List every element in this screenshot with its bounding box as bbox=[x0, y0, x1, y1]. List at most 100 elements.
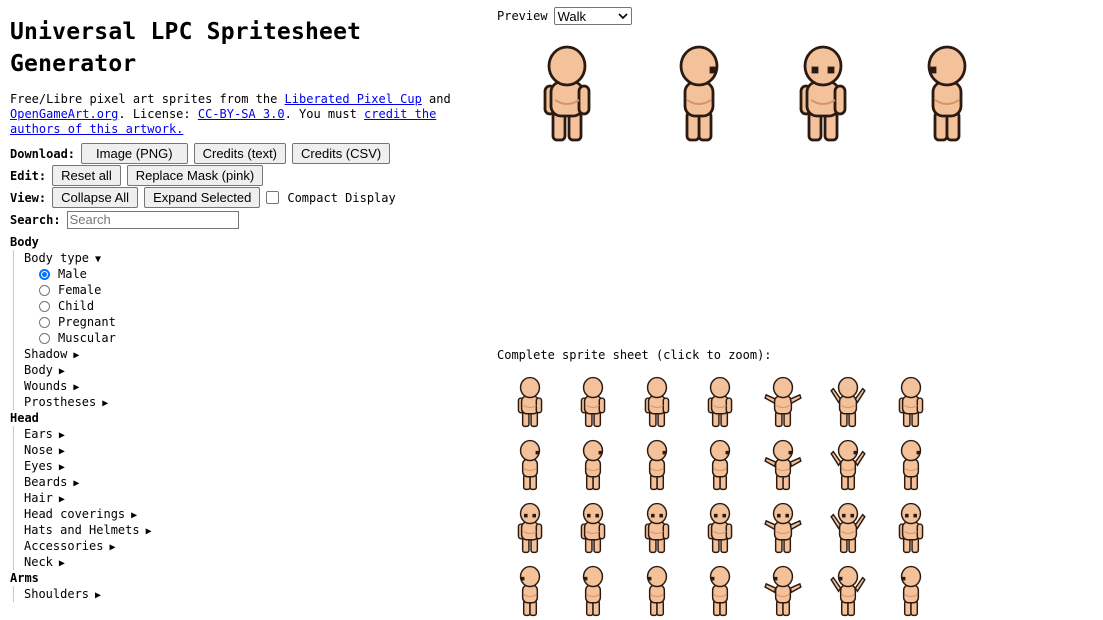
category-head[interactable]: Head bbox=[10, 410, 480, 426]
tree-item-body-type[interactable]: Body type ▼ bbox=[24, 250, 480, 266]
radio-button[interactable] bbox=[39, 268, 50, 280]
body-type-option-label: Child bbox=[58, 299, 95, 313]
sheet-sprite bbox=[517, 502, 543, 554]
tree-item-label: Prostheses bbox=[24, 395, 97, 409]
tree-item-label: Shadow bbox=[24, 347, 68, 361]
tree-item-body[interactable]: Body ▶ bbox=[24, 362, 480, 378]
download-png-button[interactable]: Image (PNG) bbox=[81, 143, 188, 164]
preview-sprite-up bbox=[543, 45, 591, 142]
tree-item-prostheses[interactable]: Prostheses ▶ bbox=[24, 394, 480, 410]
edit-row: Edit: Reset all Replace Mask (pink) bbox=[10, 165, 480, 186]
sheet-sprite bbox=[707, 376, 733, 428]
tree-item-nose[interactable]: Nose ▶ bbox=[24, 442, 480, 458]
category-tree: Body Body type ▼ Male Female Child Pregnant M… bbox=[10, 234, 480, 602]
credits-text-button[interactable]: Credits (text) bbox=[193, 143, 287, 164]
chevron-right-icon: ▶ bbox=[58, 462, 65, 473]
collapse-all-button[interactable]: Collapse All bbox=[52, 187, 139, 208]
preview-sprite-down bbox=[799, 45, 847, 142]
sheet-sprite bbox=[900, 439, 922, 491]
sheet-sprite bbox=[830, 565, 866, 617]
chevron-right-icon: ▶ bbox=[58, 494, 65, 505]
chevron-right-icon: ▶ bbox=[102, 398, 109, 409]
lpc-link[interactable]: Liberated Pixel Cup bbox=[285, 92, 422, 106]
head-group: Ears ▶ Nose ▶ Eyes ▶ Beards ▶ Hair ▶ Head covering… bbox=[13, 426, 480, 570]
intro-text: Free/Libre pixel art sprites from the Li… bbox=[10, 92, 470, 137]
preview-panel: Preview Walk Complete sprite sheet (clic… bbox=[497, 0, 1097, 617]
body-type-option-pregnant[interactable]: Pregnant bbox=[39, 314, 480, 330]
sheet-sprite bbox=[646, 565, 668, 617]
tree-item-accessories[interactable]: Accessories ▶ bbox=[24, 538, 480, 554]
expand-selected-button[interactable]: Expand Selected bbox=[144, 187, 261, 208]
body-type-label: Body type bbox=[24, 251, 90, 265]
view-row: View: Collapse All Expand Selected Compa… bbox=[10, 187, 480, 208]
sheet-sprite bbox=[898, 502, 924, 554]
sheet-sprite bbox=[707, 502, 733, 554]
sheet-sprite bbox=[580, 502, 606, 554]
chevron-right-icon: ▶ bbox=[58, 446, 65, 457]
opengameart-link[interactable]: OpenGameArt.org bbox=[10, 107, 118, 121]
tree-item-label: Hair bbox=[24, 491, 53, 505]
sheet-sprite bbox=[519, 565, 541, 617]
tree-item-label: Beards bbox=[24, 475, 68, 489]
sheet-sprite bbox=[709, 439, 731, 491]
tree-item-ears[interactable]: Ears ▶ bbox=[24, 426, 480, 442]
sheet-sprite bbox=[830, 376, 866, 428]
tree-item-shoulders[interactable]: Shoulders ▶ bbox=[24, 586, 480, 602]
intro-text-4: . You must bbox=[284, 107, 365, 121]
search-label: Search: bbox=[10, 212, 61, 227]
category-arms[interactable]: Arms bbox=[10, 570, 480, 586]
tree-item-eyes[interactable]: Eyes ▶ bbox=[24, 458, 480, 474]
edit-label: Edit: bbox=[10, 168, 47, 183]
reset-all-button[interactable]: Reset all bbox=[52, 165, 121, 186]
tree-item-beards[interactable]: Beards ▶ bbox=[24, 474, 480, 490]
sheet-sprite bbox=[830, 502, 866, 554]
tree-item-head-coverings[interactable]: Head coverings ▶ bbox=[24, 506, 480, 522]
tree-item-label: Eyes bbox=[24, 459, 53, 473]
tree-item-hats-and-helmets[interactable]: Hats and Helmets ▶ bbox=[24, 522, 480, 538]
body-items: Shadow ▶ Body ▶ Wounds ▶ Prostheses ▶ bbox=[24, 346, 480, 410]
chevron-right-icon: ▶ bbox=[131, 510, 138, 521]
intro-text-3: . License: bbox=[118, 107, 198, 121]
tree-item-label: Nose bbox=[24, 443, 53, 457]
search-row: Search: Search bbox=[10, 209, 480, 230]
radio-button[interactable] bbox=[39, 284, 50, 296]
compact-display-label: Compact Display bbox=[287, 190, 396, 205]
body-type-option-child[interactable]: Child bbox=[39, 298, 480, 314]
tree-item-label: Head coverings bbox=[24, 507, 126, 521]
body-type-option-label: Female bbox=[58, 283, 102, 297]
animation-select[interactable]: Walk bbox=[553, 7, 632, 25]
search-input[interactable]: Search bbox=[66, 210, 239, 229]
chevron-right-icon: ▶ bbox=[73, 350, 80, 361]
tree-item-neck[interactable]: Neck ▶ bbox=[24, 554, 480, 570]
preview-sprite-left bbox=[679, 45, 719, 142]
intro-text-2: and bbox=[421, 92, 451, 106]
tree-item-label: Wounds bbox=[24, 379, 68, 393]
replace-mask-button[interactable]: Replace Mask (pink) bbox=[126, 165, 264, 186]
preview-label: Preview bbox=[497, 9, 548, 23]
body-type-option-muscular[interactable]: Muscular bbox=[39, 330, 480, 346]
download-row: Download: Image (PNG) Credits (text) Cre… bbox=[10, 143, 480, 164]
preview-sprite-right bbox=[927, 45, 967, 142]
radio-button[interactable] bbox=[39, 316, 50, 328]
chevron-down-icon: ▼ bbox=[95, 254, 102, 265]
body-type-option-male[interactable]: Male bbox=[39, 266, 480, 282]
category-body[interactable]: Body bbox=[10, 234, 480, 250]
radio-button[interactable] bbox=[39, 332, 50, 344]
sheet-sprite bbox=[764, 439, 802, 491]
credits-csv-button[interactable]: Credits (CSV) bbox=[292, 143, 391, 164]
license-link[interactable]: CC-BY-SA 3.0 bbox=[198, 107, 285, 121]
sheet-sprite bbox=[830, 439, 866, 491]
tree-item-label: Neck bbox=[24, 555, 53, 569]
sprite-sheet-label: Complete sprite sheet (click to zoom): bbox=[497, 348, 772, 362]
sheet-sprite bbox=[764, 502, 802, 554]
chevron-right-icon: ▶ bbox=[109, 542, 116, 553]
tree-item-shadow[interactable]: Shadow ▶ bbox=[24, 346, 480, 362]
compact-display-checkbox[interactable] bbox=[266, 191, 280, 204]
tree-item-label: Accessories bbox=[24, 539, 104, 553]
body-type-option-female[interactable]: Female bbox=[39, 282, 480, 298]
radio-button[interactable] bbox=[39, 300, 50, 312]
arms-group: Shoulders ▶ bbox=[13, 586, 480, 602]
tree-item-hair[interactable]: Hair ▶ bbox=[24, 490, 480, 506]
download-label: Download: bbox=[10, 146, 76, 161]
tree-item-wounds[interactable]: Wounds ▶ bbox=[24, 378, 480, 394]
